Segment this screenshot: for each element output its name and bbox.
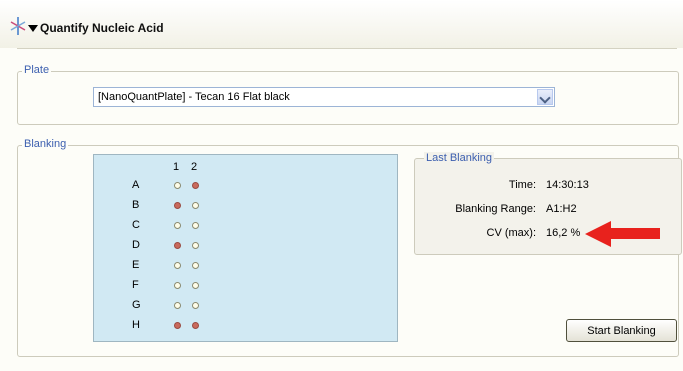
chevron-down-icon[interactable] [537, 89, 553, 105]
row-label: B [132, 199, 140, 211]
last-blanking-label: Last Blanking [424, 152, 495, 164]
plate-well[interactable] [174, 282, 181, 289]
row-label: D [132, 239, 140, 251]
plate-group-label: Plate [22, 64, 52, 76]
plate-map: 12 ABCDEFGH [93, 154, 398, 342]
start-blanking-button[interactable]: Start Blanking [566, 319, 677, 342]
plate-well[interactable] [192, 222, 199, 229]
row-label: G [132, 299, 141, 311]
cv-max-value: 16,2 % [546, 227, 581, 239]
tool-icon [10, 17, 26, 35]
plate-well[interactable] [192, 182, 199, 189]
plate-well[interactable] [192, 282, 199, 289]
quantify-panel: Quantify Nucleic Acid Plate [NanoQuantPl… [0, 0, 683, 371]
plate-well[interactable] [174, 302, 181, 309]
row-label: H [132, 319, 140, 331]
plate-well[interactable] [192, 202, 199, 209]
plate-well[interactable] [192, 302, 199, 309]
column-header: 1 [173, 161, 180, 173]
blanking-range-value: A1:H2 [546, 203, 577, 215]
plate-well[interactable] [192, 242, 199, 249]
cv-max-label: CV (max): [486, 227, 537, 239]
plate-type-value: [NanoQuantPlate] - Tecan 16 Flat black [98, 91, 290, 103]
plate-well[interactable] [174, 222, 181, 229]
row-label: E [132, 259, 140, 271]
plate-well[interactable] [174, 322, 181, 329]
time-label: Time: [508, 179, 536, 191]
time-value: 14:30:13 [546, 179, 589, 191]
plate-well[interactable] [192, 262, 199, 269]
red-arrow-shaft [610, 228, 660, 239]
blanking-group-label: Blanking [22, 138, 69, 150]
plate-well[interactable] [174, 242, 181, 249]
red-arrow-icon [585, 221, 611, 247]
triangle-down-icon[interactable] [28, 25, 38, 32]
row-label: C [132, 219, 140, 231]
plate-well[interactable] [192, 322, 199, 329]
row-label: F [132, 279, 139, 291]
plate-type-dropdown[interactable]: [NanoQuantPlate] - Tecan 16 Flat black [93, 87, 555, 107]
header-divider [17, 48, 677, 49]
plate-well[interactable] [174, 182, 181, 189]
row-label: A [132, 179, 140, 191]
blanking-range-label: Blanking Range: [455, 203, 536, 215]
panel-title: Quantify Nucleic Acid [40, 21, 164, 35]
plate-well[interactable] [174, 262, 181, 269]
column-header: 2 [191, 161, 198, 173]
plate-well[interactable] [174, 202, 181, 209]
